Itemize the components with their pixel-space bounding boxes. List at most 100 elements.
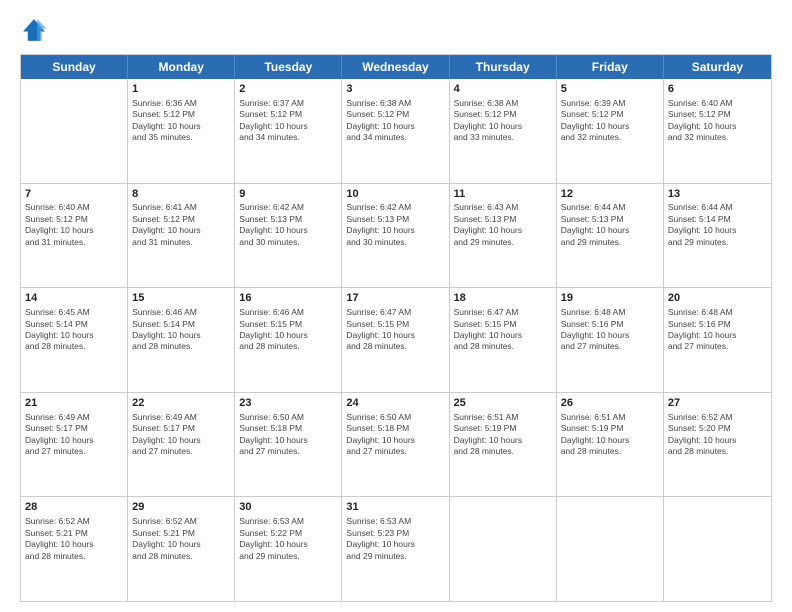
- week-row-5: 28Sunrise: 6:52 AM Sunset: 5:21 PM Dayli…: [21, 497, 771, 601]
- weekday-header-saturday: Saturday: [664, 55, 771, 79]
- empty-cell: [664, 497, 771, 601]
- day-info: Sunrise: 6:51 AM Sunset: 5:19 PM Dayligh…: [454, 412, 552, 458]
- day-cell-9: 9Sunrise: 6:42 AM Sunset: 5:13 PM Daylig…: [235, 184, 342, 288]
- day-info: Sunrise: 6:40 AM Sunset: 5:12 PM Dayligh…: [25, 202, 123, 248]
- day-cell-27: 27Sunrise: 6:52 AM Sunset: 5:20 PM Dayli…: [664, 393, 771, 497]
- weekday-header-sunday: Sunday: [21, 55, 128, 79]
- day-info: Sunrise: 6:51 AM Sunset: 5:19 PM Dayligh…: [561, 412, 659, 458]
- day-info: Sunrise: 6:52 AM Sunset: 5:21 PM Dayligh…: [132, 516, 230, 562]
- day-cell-15: 15Sunrise: 6:46 AM Sunset: 5:14 PM Dayli…: [128, 288, 235, 392]
- day-info: Sunrise: 6:52 AM Sunset: 5:20 PM Dayligh…: [668, 412, 767, 458]
- day-number: 12: [561, 187, 659, 202]
- day-info: Sunrise: 6:52 AM Sunset: 5:21 PM Dayligh…: [25, 516, 123, 562]
- day-cell-21: 21Sunrise: 6:49 AM Sunset: 5:17 PM Dayli…: [21, 393, 128, 497]
- day-info: Sunrise: 6:49 AM Sunset: 5:17 PM Dayligh…: [25, 412, 123, 458]
- day-cell-23: 23Sunrise: 6:50 AM Sunset: 5:18 PM Dayli…: [235, 393, 342, 497]
- weekday-header-tuesday: Tuesday: [235, 55, 342, 79]
- day-number: 8: [132, 187, 230, 202]
- day-number: 24: [346, 396, 444, 411]
- day-cell-30: 30Sunrise: 6:53 AM Sunset: 5:22 PM Dayli…: [235, 497, 342, 601]
- day-number: 18: [454, 291, 552, 306]
- weekday-header-wednesday: Wednesday: [342, 55, 449, 79]
- day-number: 7: [25, 187, 123, 202]
- day-number: 14: [25, 291, 123, 306]
- day-cell-26: 26Sunrise: 6:51 AM Sunset: 5:19 PM Dayli…: [557, 393, 664, 497]
- day-number: 29: [132, 500, 230, 515]
- day-cell-8: 8Sunrise: 6:41 AM Sunset: 5:12 PM Daylig…: [128, 184, 235, 288]
- week-row-3: 14Sunrise: 6:45 AM Sunset: 5:14 PM Dayli…: [21, 288, 771, 393]
- day-cell-3: 3Sunrise: 6:38 AM Sunset: 5:12 PM Daylig…: [342, 79, 449, 183]
- day-info: Sunrise: 6:46 AM Sunset: 5:15 PM Dayligh…: [239, 307, 337, 353]
- empty-cell: [21, 79, 128, 183]
- day-cell-16: 16Sunrise: 6:46 AM Sunset: 5:15 PM Dayli…: [235, 288, 342, 392]
- day-number: 4: [454, 82, 552, 97]
- day-info: Sunrise: 6:40 AM Sunset: 5:12 PM Dayligh…: [668, 98, 767, 144]
- empty-cell: [450, 497, 557, 601]
- day-info: Sunrise: 6:45 AM Sunset: 5:14 PM Dayligh…: [25, 307, 123, 353]
- day-info: Sunrise: 6:37 AM Sunset: 5:12 PM Dayligh…: [239, 98, 337, 144]
- day-info: Sunrise: 6:44 AM Sunset: 5:14 PM Dayligh…: [668, 202, 767, 248]
- day-number: 26: [561, 396, 659, 411]
- day-number: 1: [132, 82, 230, 97]
- day-number: 23: [239, 396, 337, 411]
- calendar-body: 1Sunrise: 6:36 AM Sunset: 5:12 PM Daylig…: [21, 79, 771, 601]
- day-number: 3: [346, 82, 444, 97]
- week-row-2: 7Sunrise: 6:40 AM Sunset: 5:12 PM Daylig…: [21, 184, 771, 289]
- day-cell-11: 11Sunrise: 6:43 AM Sunset: 5:13 PM Dayli…: [450, 184, 557, 288]
- day-info: Sunrise: 6:36 AM Sunset: 5:12 PM Dayligh…: [132, 98, 230, 144]
- day-number: 20: [668, 291, 767, 306]
- day-number: 9: [239, 187, 337, 202]
- day-info: Sunrise: 6:41 AM Sunset: 5:12 PM Dayligh…: [132, 202, 230, 248]
- day-number: 30: [239, 500, 337, 515]
- calendar-header: SundayMondayTuesdayWednesdayThursdayFrid…: [21, 55, 771, 79]
- day-number: 5: [561, 82, 659, 97]
- empty-cell: [557, 497, 664, 601]
- day-cell-29: 29Sunrise: 6:52 AM Sunset: 5:21 PM Dayli…: [128, 497, 235, 601]
- day-info: Sunrise: 6:39 AM Sunset: 5:12 PM Dayligh…: [561, 98, 659, 144]
- day-info: Sunrise: 6:47 AM Sunset: 5:15 PM Dayligh…: [346, 307, 444, 353]
- day-number: 17: [346, 291, 444, 306]
- day-cell-28: 28Sunrise: 6:52 AM Sunset: 5:21 PM Dayli…: [21, 497, 128, 601]
- day-cell-2: 2Sunrise: 6:37 AM Sunset: 5:12 PM Daylig…: [235, 79, 342, 183]
- day-info: Sunrise: 6:42 AM Sunset: 5:13 PM Dayligh…: [239, 202, 337, 248]
- day-info: Sunrise: 6:43 AM Sunset: 5:13 PM Dayligh…: [454, 202, 552, 248]
- day-cell-12: 12Sunrise: 6:44 AM Sunset: 5:13 PM Dayli…: [557, 184, 664, 288]
- day-cell-10: 10Sunrise: 6:42 AM Sunset: 5:13 PM Dayli…: [342, 184, 449, 288]
- day-cell-22: 22Sunrise: 6:49 AM Sunset: 5:17 PM Dayli…: [128, 393, 235, 497]
- day-info: Sunrise: 6:47 AM Sunset: 5:15 PM Dayligh…: [454, 307, 552, 353]
- day-info: Sunrise: 6:46 AM Sunset: 5:14 PM Dayligh…: [132, 307, 230, 353]
- day-info: Sunrise: 6:48 AM Sunset: 5:16 PM Dayligh…: [668, 307, 767, 353]
- page: SundayMondayTuesdayWednesdayThursdayFrid…: [0, 0, 792, 612]
- day-number: 10: [346, 187, 444, 202]
- day-info: Sunrise: 6:48 AM Sunset: 5:16 PM Dayligh…: [561, 307, 659, 353]
- calendar: SundayMondayTuesdayWednesdayThursdayFrid…: [20, 54, 772, 602]
- day-info: Sunrise: 6:53 AM Sunset: 5:23 PM Dayligh…: [346, 516, 444, 562]
- day-number: 13: [668, 187, 767, 202]
- day-number: 15: [132, 291, 230, 306]
- day-cell-6: 6Sunrise: 6:40 AM Sunset: 5:12 PM Daylig…: [664, 79, 771, 183]
- weekday-header-monday: Monday: [128, 55, 235, 79]
- day-number: 11: [454, 187, 552, 202]
- day-cell-31: 31Sunrise: 6:53 AM Sunset: 5:23 PM Dayli…: [342, 497, 449, 601]
- day-number: 31: [346, 500, 444, 515]
- day-info: Sunrise: 6:42 AM Sunset: 5:13 PM Dayligh…: [346, 202, 444, 248]
- day-cell-14: 14Sunrise: 6:45 AM Sunset: 5:14 PM Dayli…: [21, 288, 128, 392]
- day-info: Sunrise: 6:53 AM Sunset: 5:22 PM Dayligh…: [239, 516, 337, 562]
- day-number: 22: [132, 396, 230, 411]
- day-info: Sunrise: 6:38 AM Sunset: 5:12 PM Dayligh…: [346, 98, 444, 144]
- day-number: 6: [668, 82, 767, 97]
- day-cell-1: 1Sunrise: 6:36 AM Sunset: 5:12 PM Daylig…: [128, 79, 235, 183]
- logo: [20, 16, 52, 44]
- day-number: 28: [25, 500, 123, 515]
- day-number: 25: [454, 396, 552, 411]
- day-info: Sunrise: 6:49 AM Sunset: 5:17 PM Dayligh…: [132, 412, 230, 458]
- weekday-header-friday: Friday: [557, 55, 664, 79]
- day-cell-4: 4Sunrise: 6:38 AM Sunset: 5:12 PM Daylig…: [450, 79, 557, 183]
- day-number: 2: [239, 82, 337, 97]
- header: [20, 16, 772, 44]
- day-number: 16: [239, 291, 337, 306]
- weekday-header-thursday: Thursday: [450, 55, 557, 79]
- day-info: Sunrise: 6:38 AM Sunset: 5:12 PM Dayligh…: [454, 98, 552, 144]
- day-number: 19: [561, 291, 659, 306]
- day-cell-24: 24Sunrise: 6:50 AM Sunset: 5:18 PM Dayli…: [342, 393, 449, 497]
